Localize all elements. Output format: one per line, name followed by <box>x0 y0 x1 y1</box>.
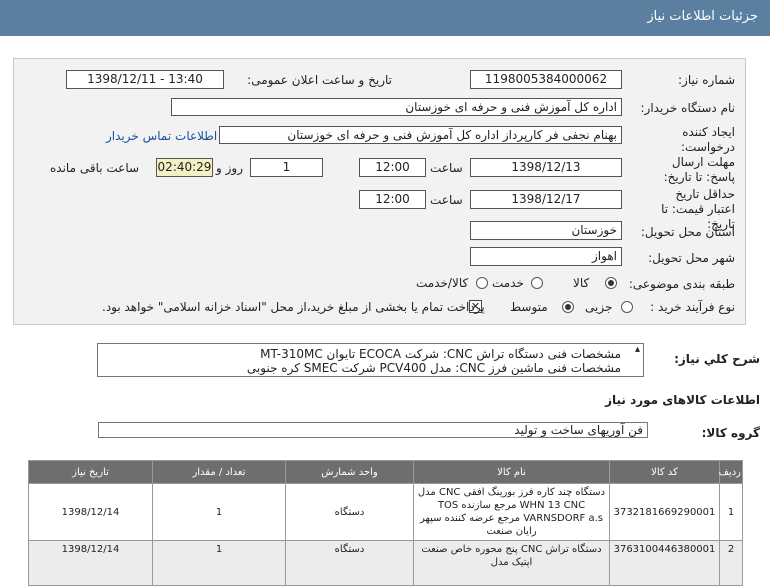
summary-line-1: مشخصات فنی دستگاه تراش CNC: شرکت ECOCA ت… <box>260 347 621 361</box>
goods-group-label: گروه کالا: <box>701 426 760 440</box>
buyer-field: اداره کل آموزش فنی و حرفه ای خوزستان <box>171 98 622 116</box>
need-number-label: شماره نیاز: <box>678 73 735 87</box>
table-row[interactable]: 2 3763100446380001 دستگاه تراش CNC پنج م… <box>28 540 743 586</box>
item-qty: 1 <box>152 483 286 541</box>
remaining-time-field: 02:40:29 <box>156 158 213 177</box>
category-goods-service-radio[interactable] <box>476 277 488 289</box>
buyer-label: نام دستگاه خریدار: <box>640 101 736 115</box>
row-number: 1 <box>719 483 743 541</box>
deadline-label: مهلت ارسال پاسخ: تا تاریخ: <box>663 155 735 184</box>
summary-line-2: مشخصات فنی ماشین فرز CNC: مدل PCV400 شرک… <box>246 361 621 375</box>
announce-datetime-field: 1398/12/11 - 13:40 <box>66 70 224 89</box>
item-name: دستگاه تراش CNC پنج محوره خاص صنعت اپتیک… <box>413 540 610 586</box>
item-code: 3732181669290001 <box>609 483 720 541</box>
days-field: 1 <box>250 158 323 177</box>
creator-field: بهنام نجفی فر کارپرداز اداره کل آموزش فن… <box>219 126 622 144</box>
table-header-row: ردیف کد کالا نام کالا واحد شمارش تعداد /… <box>28 460 743 484</box>
goods-section-title: اطلاعات کالاهای مورد نیاز <box>605 393 760 407</box>
province-field: خوزستان <box>470 221 622 240</box>
category-goods-label: کالا <box>573 276 590 290</box>
summary-label: شرح کلي نياز: <box>674 352 760 366</box>
need-details-panel: شماره نیاز: 1198005384000062 تاریخ و ساع… <box>13 58 746 325</box>
process-minor-label: جزیی <box>585 300 613 314</box>
goods-group-field: فن آوریهای ساخت و تولید <box>98 422 648 438</box>
treasury-payment-note: پرداخت تمام یا بخشی از مبلغ خرید،از محل … <box>102 300 485 314</box>
item-qty: 1 <box>152 540 286 586</box>
page-title: جزئیات اطلاعات نیاز <box>647 9 758 24</box>
col-row-header: ردیف <box>719 460 743 484</box>
process-minor-radio[interactable] <box>621 301 633 313</box>
item-name: دستگاه چند کاره فرز بورینگ افقی CNC مدل … <box>413 483 610 541</box>
validity-time-label: ساعت <box>430 193 463 207</box>
announce-datetime-label: تاریخ و ساعت اعلان عمومی: <box>247 73 392 87</box>
col-name-header: نام کالا <box>413 460 610 484</box>
item-unit: دستگاه <box>285 540 414 586</box>
remaining-time-label: ساعت باقی مانده <box>50 161 140 175</box>
category-service-label: خدمت <box>492 276 524 290</box>
summary-textarea[interactable]: مشخصات فنی دستگاه تراش CNC: شرکت ECOCA ت… <box>97 343 644 377</box>
city-field: اهواز <box>470 247 622 266</box>
col-code-header: کد کالا <box>609 460 720 484</box>
page-header: جزئیات اطلاعات نیاز <box>0 0 770 36</box>
process-medium-radio[interactable] <box>562 301 574 313</box>
item-code: 3763100446380001 <box>609 540 720 586</box>
validity-time-field: 12:00 <box>359 190 426 209</box>
item-date: 1398/12/14 <box>28 540 153 586</box>
textarea-resize-icon: ▴ <box>634 344 640 355</box>
category-label: طبقه بندی موضوعی: <box>628 277 735 291</box>
process-label: نوع فرآیند خرید : <box>650 300 735 314</box>
days-label: روز و <box>216 161 243 175</box>
deadline-time-label: ساعت <box>430 161 463 175</box>
city-label: شهر محل تحویل: <box>648 251 735 265</box>
table-row[interactable]: 1 3732181669290001 دستگاه چند کاره فرز ب… <box>28 483 743 541</box>
category-goods-service-label: کالا/خدمت <box>416 276 469 290</box>
province-label: استان محل تحویل: <box>640 225 735 239</box>
validity-date-field: 1398/12/17 <box>470 190 622 209</box>
item-date: 1398/12/14 <box>28 483 153 541</box>
col-qty-header: تعداد / مقدار <box>152 460 286 484</box>
deadline-date-field: 1398/12/13 <box>470 158 622 177</box>
row-number: 2 <box>719 540 743 586</box>
deadline-time-field: 12:00 <box>359 158 426 177</box>
item-unit: دستگاه <box>285 483 414 541</box>
goods-table: ردیف کد کالا نام کالا واحد شمارش تعداد /… <box>28 460 743 586</box>
category-goods-radio[interactable] <box>605 277 617 289</box>
creator-label: ایجاد کننده درخواست: <box>681 125 735 154</box>
category-service-radio[interactable] <box>531 277 543 289</box>
buyer-contact-link[interactable]: اطلاعات تماس خریدار <box>106 129 217 143</box>
col-date-header: تاریخ نیاز <box>28 460 153 484</box>
process-medium-label: متوسط <box>510 300 548 314</box>
col-unit-header: واحد شمارش <box>285 460 414 484</box>
need-number-field: 1198005384000062 <box>470 70 622 89</box>
